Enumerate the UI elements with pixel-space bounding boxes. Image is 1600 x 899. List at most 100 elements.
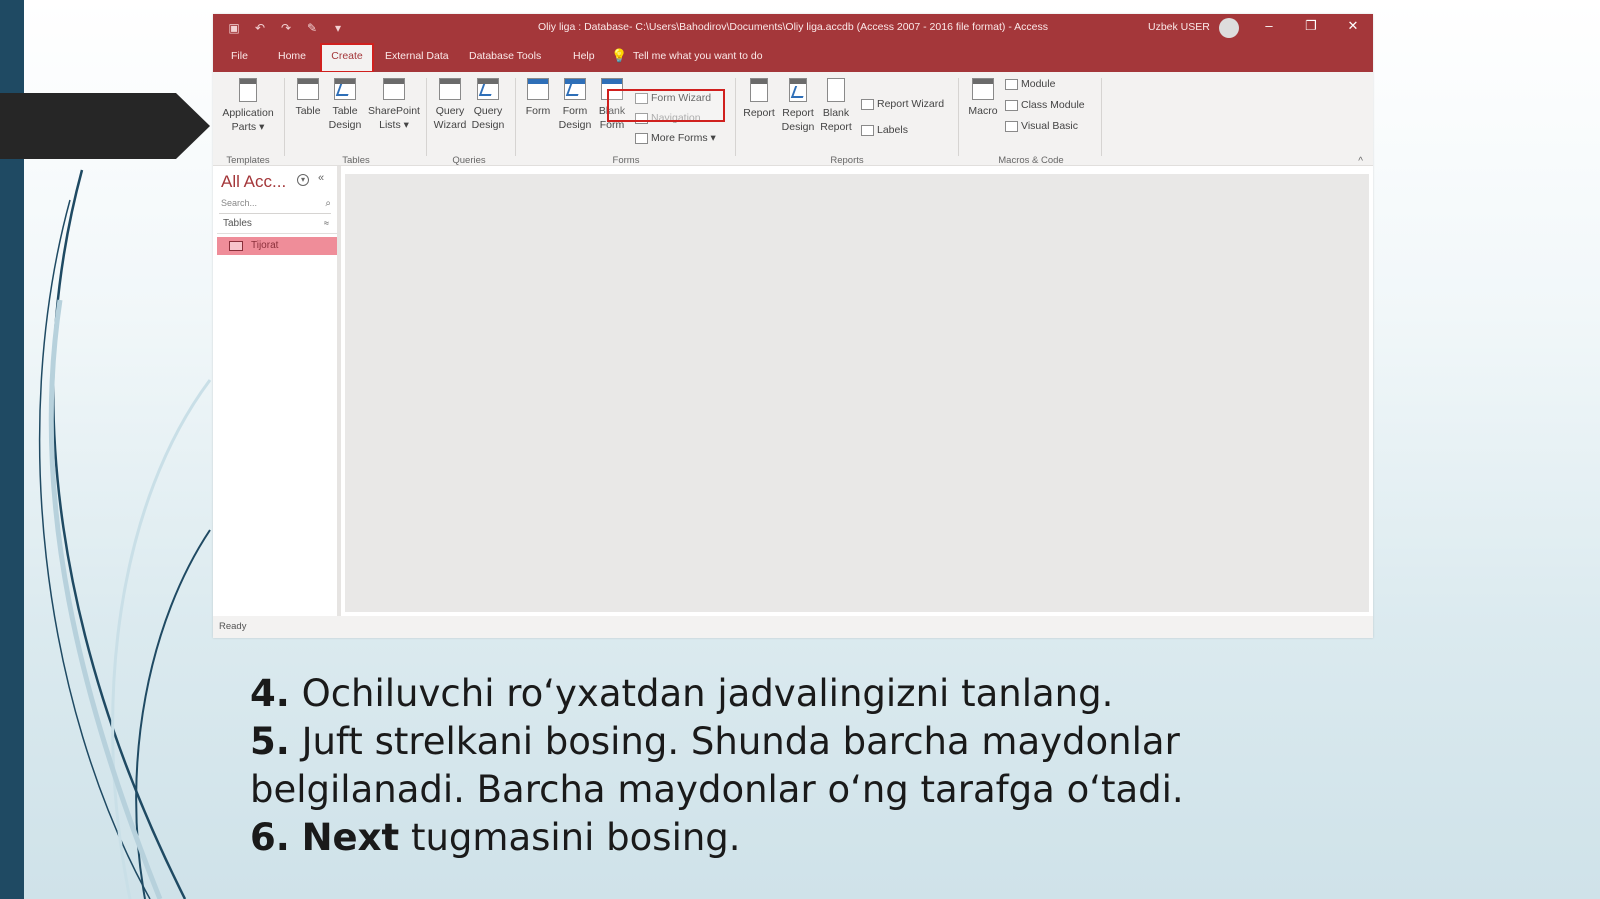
group-divider xyxy=(958,78,959,156)
table-design-button[interactable]: Table Design xyxy=(326,78,364,132)
table-label: Table xyxy=(295,105,321,117)
class-module-icon xyxy=(1005,99,1018,111)
blank-report-label-2: Report xyxy=(820,121,852,133)
nav-search-placeholder: Search... xyxy=(221,198,258,208)
report-wizard-label: Report Wizard xyxy=(877,98,945,110)
step-text: belgilanadi. Barcha maydonlar o‘ng taraf… xyxy=(250,768,1184,811)
application-parts-button[interactable]: Application Parts ▾ xyxy=(217,78,279,134)
group-divider xyxy=(735,78,736,156)
macro-icon xyxy=(972,78,994,100)
minimize-button[interactable]: – xyxy=(1259,18,1279,38)
table-design-label-2: Design xyxy=(328,119,362,131)
report-label: Report xyxy=(743,107,775,119)
query-wizard-button[interactable]: Query Wizard xyxy=(431,78,469,132)
report-wizard-button[interactable]: Report Wizard xyxy=(861,98,944,110)
labels-icon xyxy=(861,124,874,136)
form-design-button[interactable]: Form Design xyxy=(557,78,593,132)
pointer-arrow-icon xyxy=(0,93,210,159)
lightbulb-icon: 💡 xyxy=(611,48,628,63)
table-design-icon xyxy=(334,78,356,100)
tell-me-search[interactable]: Tell me what you want to do xyxy=(633,50,763,62)
blank-report-button[interactable]: Blank Report xyxy=(817,78,855,134)
report-design-icon xyxy=(789,78,807,102)
sharepoint-lists-icon xyxy=(383,78,405,100)
tab-home[interactable]: Home xyxy=(278,50,306,62)
query-wizard-label-2: Wizard xyxy=(433,119,467,131)
query-design-label-2: Design xyxy=(471,119,505,131)
query-design-button[interactable]: Query Design xyxy=(469,78,507,132)
form-button[interactable]: Form xyxy=(521,78,555,118)
sharepoint-label-1: SharePoint xyxy=(368,105,420,117)
step-text: Juft strelkani bosing. Shunda barcha may… xyxy=(289,720,1180,763)
report-wizard-icon xyxy=(861,98,874,110)
form-wizard-highlight-box xyxy=(607,89,725,122)
instruction-line: belgilanadi. Barcha maydonlar o‘ng taraf… xyxy=(250,766,1184,814)
table-design-label-1: Table xyxy=(332,105,358,117)
group-divider xyxy=(1101,78,1102,156)
blank-report-icon xyxy=(827,78,845,102)
avatar[interactable] xyxy=(1219,18,1239,38)
query-design-icon xyxy=(477,78,499,100)
user-name[interactable]: Uzbek USER xyxy=(1148,21,1210,33)
instructions: 4. Ochiluvchi ro‘yxatdan jadvalingizni t… xyxy=(250,670,1184,862)
step-text: tugmasini bosing. xyxy=(399,816,741,859)
class-module-button[interactable]: Class Module xyxy=(1005,99,1085,111)
chevron-up-icon: ≈ xyxy=(324,218,329,228)
module-label: Module xyxy=(1021,78,1056,90)
tab-create[interactable]: Create xyxy=(320,43,374,73)
nav-pane-title[interactable]: All Acc... xyxy=(221,172,286,192)
query-wizard-icon xyxy=(439,78,461,100)
macro-button[interactable]: Macro xyxy=(965,78,1001,118)
tab-external-data[interactable]: External Data xyxy=(385,50,449,62)
navigation-pane: All Acc... ▾ « Search... ⌕ Tables ≈ Tijo… xyxy=(213,166,341,616)
class-module-label: Class Module xyxy=(1021,99,1085,111)
report-button[interactable]: Report xyxy=(741,78,777,120)
search-icon[interactable]: ⌕ xyxy=(325,198,331,209)
nav-section-tables[interactable]: Tables ≈ xyxy=(217,218,337,234)
visual-basic-label: Visual Basic xyxy=(1021,120,1079,132)
ribbon: Application Parts ▾ Templates Table Tabl… xyxy=(213,72,1373,167)
sharepoint-label-2: Lists ▾ xyxy=(379,119,409,131)
nav-item-table[interactable]: Tijorat xyxy=(217,237,337,255)
document-workspace xyxy=(345,174,1369,612)
nav-item-label: Tijorat xyxy=(251,240,279,251)
nav-section-label: Tables xyxy=(223,218,252,229)
table-icon xyxy=(297,78,319,100)
instruction-line: 4. Ochiluvchi ro‘yxatdan jadvalingizni t… xyxy=(250,670,1184,718)
report-design-label-2: Design xyxy=(781,121,815,133)
more-forms-button[interactable]: More Forms ▾ xyxy=(635,132,716,144)
tab-help[interactable]: Help xyxy=(573,50,595,62)
form-design-label-2: Design xyxy=(558,119,592,131)
report-icon xyxy=(750,78,768,102)
application-parts-label-2: Parts ▾ xyxy=(231,121,265,133)
report-design-label-1: Report xyxy=(782,107,814,119)
nav-dropdown-icon[interactable]: ▾ xyxy=(297,174,309,186)
group-divider xyxy=(515,78,516,156)
group-label-reports: Reports xyxy=(830,155,864,166)
labels-label: Labels xyxy=(877,124,908,136)
title-bar: ▣ ↶ ↷ ✎ ▾ Oliy liga : Database- C:\Users… xyxy=(213,14,1373,42)
sharepoint-lists-button[interactable]: SharePoint Lists ▾ xyxy=(366,78,422,132)
restore-button[interactable]: ❐ xyxy=(1301,18,1321,38)
visual-basic-button[interactable]: Visual Basic xyxy=(1005,120,1078,132)
step-text: Ochiluvchi ro‘yxatdan jadvalingizni tanl… xyxy=(289,672,1114,715)
collapse-ribbon-icon[interactable]: ^ xyxy=(1358,156,1363,167)
nav-collapse-icon[interactable]: « xyxy=(318,172,324,184)
query-design-label-1: Query xyxy=(473,105,503,117)
group-label-tables: Tables xyxy=(342,155,370,166)
group-label-queries: Queries xyxy=(452,155,486,166)
macro-label: Macro xyxy=(968,105,998,117)
table-button[interactable]: Table xyxy=(291,78,325,118)
module-button[interactable]: Module xyxy=(1005,78,1055,90)
report-design-button[interactable]: Report Design xyxy=(779,78,817,134)
step-number: 6. xyxy=(250,816,290,859)
group-label-templates: Templates xyxy=(226,155,270,166)
ribbon-tabs: File Home Create External Data Database … xyxy=(213,42,1373,73)
tab-database-tools[interactable]: Database Tools xyxy=(469,50,541,62)
nav-search-input[interactable]: Search... ⌕ xyxy=(219,198,331,214)
instruction-line: 6. Next tugmasini bosing. xyxy=(250,814,1184,862)
application-parts-icon xyxy=(239,78,257,102)
labels-button[interactable]: Labels xyxy=(861,124,908,136)
tab-file[interactable]: File xyxy=(231,50,248,62)
close-button[interactable]: ✕ xyxy=(1343,18,1363,38)
